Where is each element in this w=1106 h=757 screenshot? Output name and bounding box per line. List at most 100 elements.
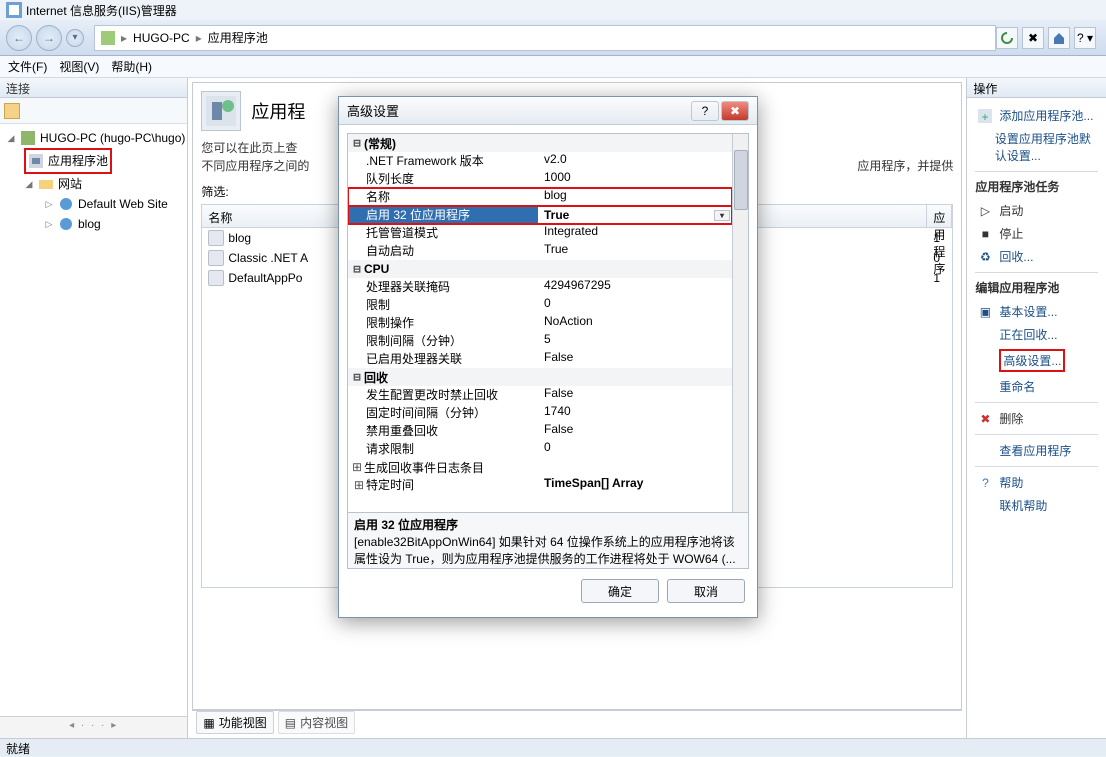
pg-row-name[interactable]: 名称blog: [348, 188, 732, 206]
nav-history-dropdown[interactable]: ▾: [66, 29, 84, 47]
collapse-icon[interactable]: ⊟: [350, 262, 364, 277]
nav-bar: ← → ▾ ▸ HUGO-PC ▸ 应用程序池 ✖ ? ▾: [0, 20, 1106, 56]
folder-icon[interactable]: [4, 103, 20, 119]
pg-row-periodic[interactable]: 固定时间间隔（分钟）1740: [348, 404, 732, 422]
expander-icon[interactable]: ▷: [44, 214, 54, 234]
tree-site-default[interactable]: ▷ Default Web Site: [2, 194, 185, 214]
tab-content-view[interactable]: ▤内容视图: [278, 711, 355, 734]
app-pool-icon: [28, 153, 44, 169]
pg-row-limitaction[interactable]: 限制操作NoAction: [348, 314, 732, 332]
cancel-button[interactable]: 取消: [667, 579, 745, 603]
sidebar-splitter[interactable]: ◂ · · · ▸: [0, 716, 187, 738]
col-app[interactable]: 应用程序: [927, 205, 952, 227]
pg-cat-cpu[interactable]: ⊟CPU: [348, 260, 732, 278]
tree-site-blog[interactable]: ▷ blog: [2, 214, 185, 234]
window-title-bar: Internet 信息服务(IIS)管理器: [0, 0, 1106, 20]
pg-row-disallowoverlap[interactable]: 发生配置更改时禁止回收False: [348, 386, 732, 404]
pg-cat-general[interactable]: ⊟(常规): [348, 134, 732, 152]
pg-row-affmask[interactable]: 处理器关联掩码4294967295: [348, 278, 732, 296]
breadcrumb-node[interactable]: 应用程序池: [208, 29, 268, 46]
connections-header: 连接: [0, 78, 187, 98]
collapse-icon[interactable]: ⊟: [350, 136, 364, 151]
pg-row-autostart[interactable]: 自动启动True: [348, 242, 732, 260]
stop-icon: ■: [977, 226, 993, 242]
pg-row-enable32[interactable]: 启用 32 位应用程序 True▾: [348, 206, 732, 224]
action-delete[interactable]: ✖删除: [975, 407, 1098, 430]
action-advanced[interactable]: 高级设置...: [975, 346, 1098, 375]
tree-root-label: HUGO-PC (hugo-PC\hugo): [40, 128, 185, 148]
action-help[interactable]: ?帮助: [975, 471, 1098, 494]
content-view-icon: ▤: [285, 716, 296, 730]
settings-icon: ▣: [977, 304, 993, 320]
ok-button[interactable]: 确定: [581, 579, 659, 603]
pg-row-disallowrotation[interactable]: 禁用重叠回收False: [348, 422, 732, 440]
pg-row-queue[interactable]: 队列长度1000: [348, 170, 732, 188]
pg-row-pipeline[interactable]: 托管管道模式Integrated: [348, 224, 732, 242]
breadcrumb-machine[interactable]: HUGO-PC: [133, 31, 190, 45]
view-tabs: ▦功能视图 ▤内容视图: [192, 710, 962, 734]
app-pool-large-icon: [201, 91, 241, 131]
collapse-icon[interactable]: ⊟: [350, 370, 364, 385]
action-stop[interactable]: ■停止: [975, 222, 1098, 245]
action-online-help[interactable]: 联机帮助: [975, 494, 1098, 517]
breadcrumb[interactable]: ▸ HUGO-PC ▸ 应用程序池: [94, 25, 996, 51]
pg-row-limit[interactable]: 限制0: [348, 296, 732, 314]
menu-file[interactable]: 文件(F): [8, 58, 47, 75]
help-dropdown-button[interactable]: ? ▾: [1074, 27, 1096, 49]
pg-row-net[interactable]: .NET Framework 版本v2.0: [348, 152, 732, 170]
action-add-pool[interactable]: +添加应用程序池...: [975, 104, 1098, 127]
menu-view[interactable]: 视图(V): [59, 58, 99, 75]
action-basic[interactable]: ▣基本设置...: [975, 300, 1098, 323]
dropdown-button[interactable]: ▾: [714, 210, 730, 221]
forward-button[interactable]: →: [36, 25, 62, 51]
expander-icon[interactable]: ◢: [24, 174, 34, 194]
globe-icon: [58, 196, 74, 212]
expander-icon[interactable]: ◢: [6, 128, 16, 148]
connections-toolbar: [0, 98, 187, 124]
expand-icon[interactable]: ⊞: [350, 460, 364, 475]
action-rename[interactable]: 重命名: [975, 375, 1098, 398]
dialog-title-bar[interactable]: 高级设置 ? ✖: [339, 97, 757, 125]
page-desc-a: 您可以在此页上查: [201, 141, 297, 155]
recycle-icon: ♻: [977, 249, 993, 265]
app-pool-icon: [208, 270, 224, 286]
back-button[interactable]: ←: [6, 25, 32, 51]
server-icon: [101, 31, 115, 45]
connections-tree: ◢ HUGO-PC (hugo-PC\hugo) 应用程序池 ◢ 网站 ▷ De…: [0, 124, 187, 238]
page-desc-b: 不同应用程序之间的: [201, 159, 309, 173]
property-grid-scrollbar[interactable]: [732, 134, 748, 512]
action-recycling[interactable]: 正在回收...: [975, 323, 1098, 346]
tree-sites[interactable]: ◢ 网站: [2, 174, 185, 194]
page-desc-tail: 应用程序，并提供: [857, 157, 953, 175]
tree-root[interactable]: ◢ HUGO-PC (hugo-PC\hugo): [2, 128, 185, 148]
property-description: 启用 32 位应用程序 [enable32BitAppOnWin64] 如果针对…: [347, 513, 749, 569]
dialog-help-button[interactable]: ?: [691, 101, 719, 121]
tree-sites-label: 网站: [58, 174, 82, 194]
stop-nav-button[interactable]: ✖: [1022, 27, 1044, 49]
pg-row-logevents[interactable]: ⊞生成回收事件日志条目: [348, 458, 732, 476]
property-grid: ⊟(常规) .NET Framework 版本v2.0 队列长度1000 名称b…: [347, 133, 749, 513]
action-start[interactable]: ▷启动: [975, 199, 1098, 222]
pg-row-times[interactable]: ⊞特定时间TimeSpan[] Array: [348, 476, 732, 494]
folder-icon: [38, 176, 54, 192]
action-set-defaults[interactable]: 设置应用程序池默认设置...: [975, 127, 1098, 167]
home-button[interactable]: [1048, 27, 1070, 49]
action-recycle[interactable]: ♻回收...: [975, 245, 1098, 268]
tab-feature-view[interactable]: ▦功能视图: [196, 711, 273, 734]
status-text: 就绪: [6, 742, 30, 756]
status-bar: 就绪: [0, 738, 1106, 756]
pg-row-affenabled[interactable]: 已启用处理器关联False: [348, 350, 732, 368]
menu-bar: 文件(F) 视图(V) 帮助(H): [0, 56, 1106, 78]
pg-row-limitinterval[interactable]: 限制间隔（分钟）5: [348, 332, 732, 350]
connections-sidebar: 连接 ◢ HUGO-PC (hugo-PC\hugo) 应用程序池 ◢ 网站: [0, 78, 188, 738]
tree-app-pools[interactable]: 应用程序池: [2, 148, 185, 174]
feature-view-icon: ▦: [203, 716, 214, 730]
action-view-apps[interactable]: 查看应用程序: [975, 439, 1098, 462]
refresh-button[interactable]: [996, 27, 1018, 49]
pg-row-requests[interactable]: 请求限制0: [348, 440, 732, 458]
dialog-close-button[interactable]: ✖: [721, 101, 749, 121]
app-pool-icon: [208, 250, 224, 266]
menu-help[interactable]: 帮助(H): [111, 58, 152, 75]
expander-icon[interactable]: ▷: [44, 194, 54, 214]
pg-cat-recycle[interactable]: ⊟回收: [348, 368, 732, 386]
